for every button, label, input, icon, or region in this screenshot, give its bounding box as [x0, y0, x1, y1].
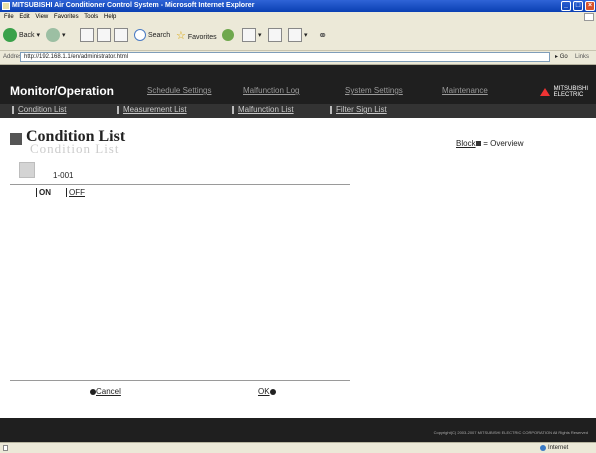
page-footer: Copyright(C) 2003-2007 MITSUBISHI ELECTR…	[0, 418, 596, 442]
links-label[interactable]: Links	[575, 51, 589, 64]
menu-favorites[interactable]: Favorites	[54, 14, 79, 20]
unit-checkbox[interactable]	[19, 162, 35, 178]
menu-help[interactable]: Help	[104, 14, 116, 20]
nav-system-settings[interactable]: System Settings	[345, 86, 403, 95]
ie-app-icon	[2, 2, 10, 10]
stop-button[interactable]	[80, 28, 94, 44]
back-label: Back	[18, 32, 35, 39]
unit-label: 1-001	[53, 171, 74, 180]
copyright-text: Copyright(C) 2003-2007 MITSUBISHI ELECTR…	[433, 430, 588, 435]
subnav-condition-list[interactable]: Condition List	[12, 105, 66, 114]
page-title-icon	[10, 133, 22, 145]
mitsubishi-diamond-icon	[540, 88, 550, 96]
forward-arrow-icon	[46, 28, 60, 43]
security-zone-label: Internet	[548, 445, 569, 451]
favorites-star-icon: ☆	[176, 30, 186, 42]
search-button[interactable]: Search	[134, 28, 170, 44]
maximize-icon[interactable]: □	[573, 1, 583, 11]
subnav-condition-list-label: Condition List	[18, 105, 67, 114]
messenger-icon: ⚭	[318, 30, 328, 42]
ok-button[interactable]: OK	[258, 387, 276, 396]
subnav-malfunction-list-label: Malfunction List	[238, 105, 294, 114]
menu-file[interactable]: File	[4, 14, 14, 20]
print-icon	[268, 28, 282, 43]
logo-line-2: ELECTRIC	[553, 92, 584, 98]
home-button[interactable]	[114, 28, 128, 44]
favorites-button[interactable]: ☆ Favorites	[176, 28, 217, 46]
mitsubishi-logo: MITSUBISHI ELECTRIC	[540, 86, 588, 98]
off-label: OFF	[69, 188, 85, 197]
menu-tools[interactable]: Tools	[84, 14, 98, 20]
forward-button[interactable]: ▾	[46, 28, 65, 44]
search-label: Search	[147, 32, 171, 39]
go-button[interactable]: ▸ Go	[555, 51, 568, 64]
menu-view[interactable]: View	[35, 14, 48, 20]
address-bar: Address http://192.168.1.1/en/administra…	[0, 51, 596, 65]
status-bar: Internet	[0, 442, 596, 453]
nav-maintenance[interactable]: Maintenance	[442, 86, 488, 95]
overview-square-icon	[476, 141, 481, 147]
search-icon	[134, 29, 146, 42]
messenger-button[interactable]: ⚭	[318, 28, 327, 46]
ok-dot-icon	[269, 388, 276, 395]
page-title: Condition List	[26, 128, 126, 145]
overview-indicator: = Overview	[476, 139, 523, 148]
page-status-icon	[3, 445, 8, 451]
divider-top	[10, 184, 350, 185]
off-button[interactable]: OFF	[66, 188, 85, 197]
history-button[interactable]	[222, 28, 234, 44]
app-title: Monitor/Operation	[10, 84, 114, 98]
back-arrow-icon	[3, 28, 17, 43]
refresh-icon	[97, 28, 111, 43]
ok-label: OK	[258, 387, 270, 396]
print-button[interactable]	[268, 28, 282, 44]
history-icon	[222, 29, 234, 42]
windows-flag-icon	[584, 13, 594, 21]
refresh-button[interactable]	[97, 28, 111, 44]
home-icon	[114, 28, 128, 43]
nav-schedule-settings[interactable]: Schedule Settings	[147, 86, 212, 95]
subnav-measurement-list-label: Measurement List	[123, 105, 187, 114]
subnav-malfunction-list[interactable]: Malfunction List	[232, 105, 294, 114]
overview-label: Overview	[490, 139, 524, 148]
address-input[interactable]: http://192.168.1.1/en/administrator.html	[20, 52, 550, 62]
on-button[interactable]: ON	[36, 188, 51, 197]
browser-toolbar: Back ▾ ▾ Search ☆ Favorites ▾ ▾ ⚭	[0, 22, 596, 51]
back-button[interactable]: Back ▾	[3, 28, 40, 44]
close-icon[interactable]: ×	[585, 1, 595, 11]
menu-edit[interactable]: Edit	[19, 14, 29, 20]
nav-malfunction-log[interactable]: Malfunction Log	[243, 86, 299, 95]
block-link[interactable]: Block	[456, 139, 476, 148]
cancel-button[interactable]: Cancel	[90, 387, 121, 396]
mail-button[interactable]: ▾	[242, 28, 261, 44]
edit-icon	[288, 28, 302, 43]
cancel-label: Cancel	[96, 387, 121, 396]
minimize-icon[interactable]: _	[561, 1, 571, 11]
menu-bar: File Edit View Favorites Tools Help	[0, 12, 596, 22]
subnav-filter-sign-list-label: Filter Sign List	[336, 105, 387, 114]
stop-icon	[80, 28, 94, 43]
divider-bottom	[10, 380, 350, 381]
on-label: ON	[39, 188, 51, 197]
window-title-bar: MITSUBISHI Air Conditioner Control Syste…	[0, 0, 596, 12]
go-label: Go	[559, 54, 568, 60]
edit-button[interactable]: ▾	[288, 28, 307, 44]
internet-globe-icon	[540, 445, 546, 451]
favorites-label: Favorites	[187, 34, 217, 41]
sub-navigation: Condition List Measurement List Malfunct…	[0, 104, 596, 118]
mail-icon	[242, 28, 256, 43]
subnav-filter-sign-list[interactable]: Filter Sign List	[330, 105, 387, 114]
window-title: MITSUBISHI Air Conditioner Control Syste…	[12, 2, 255, 9]
subnav-measurement-list[interactable]: Measurement List	[117, 105, 187, 114]
